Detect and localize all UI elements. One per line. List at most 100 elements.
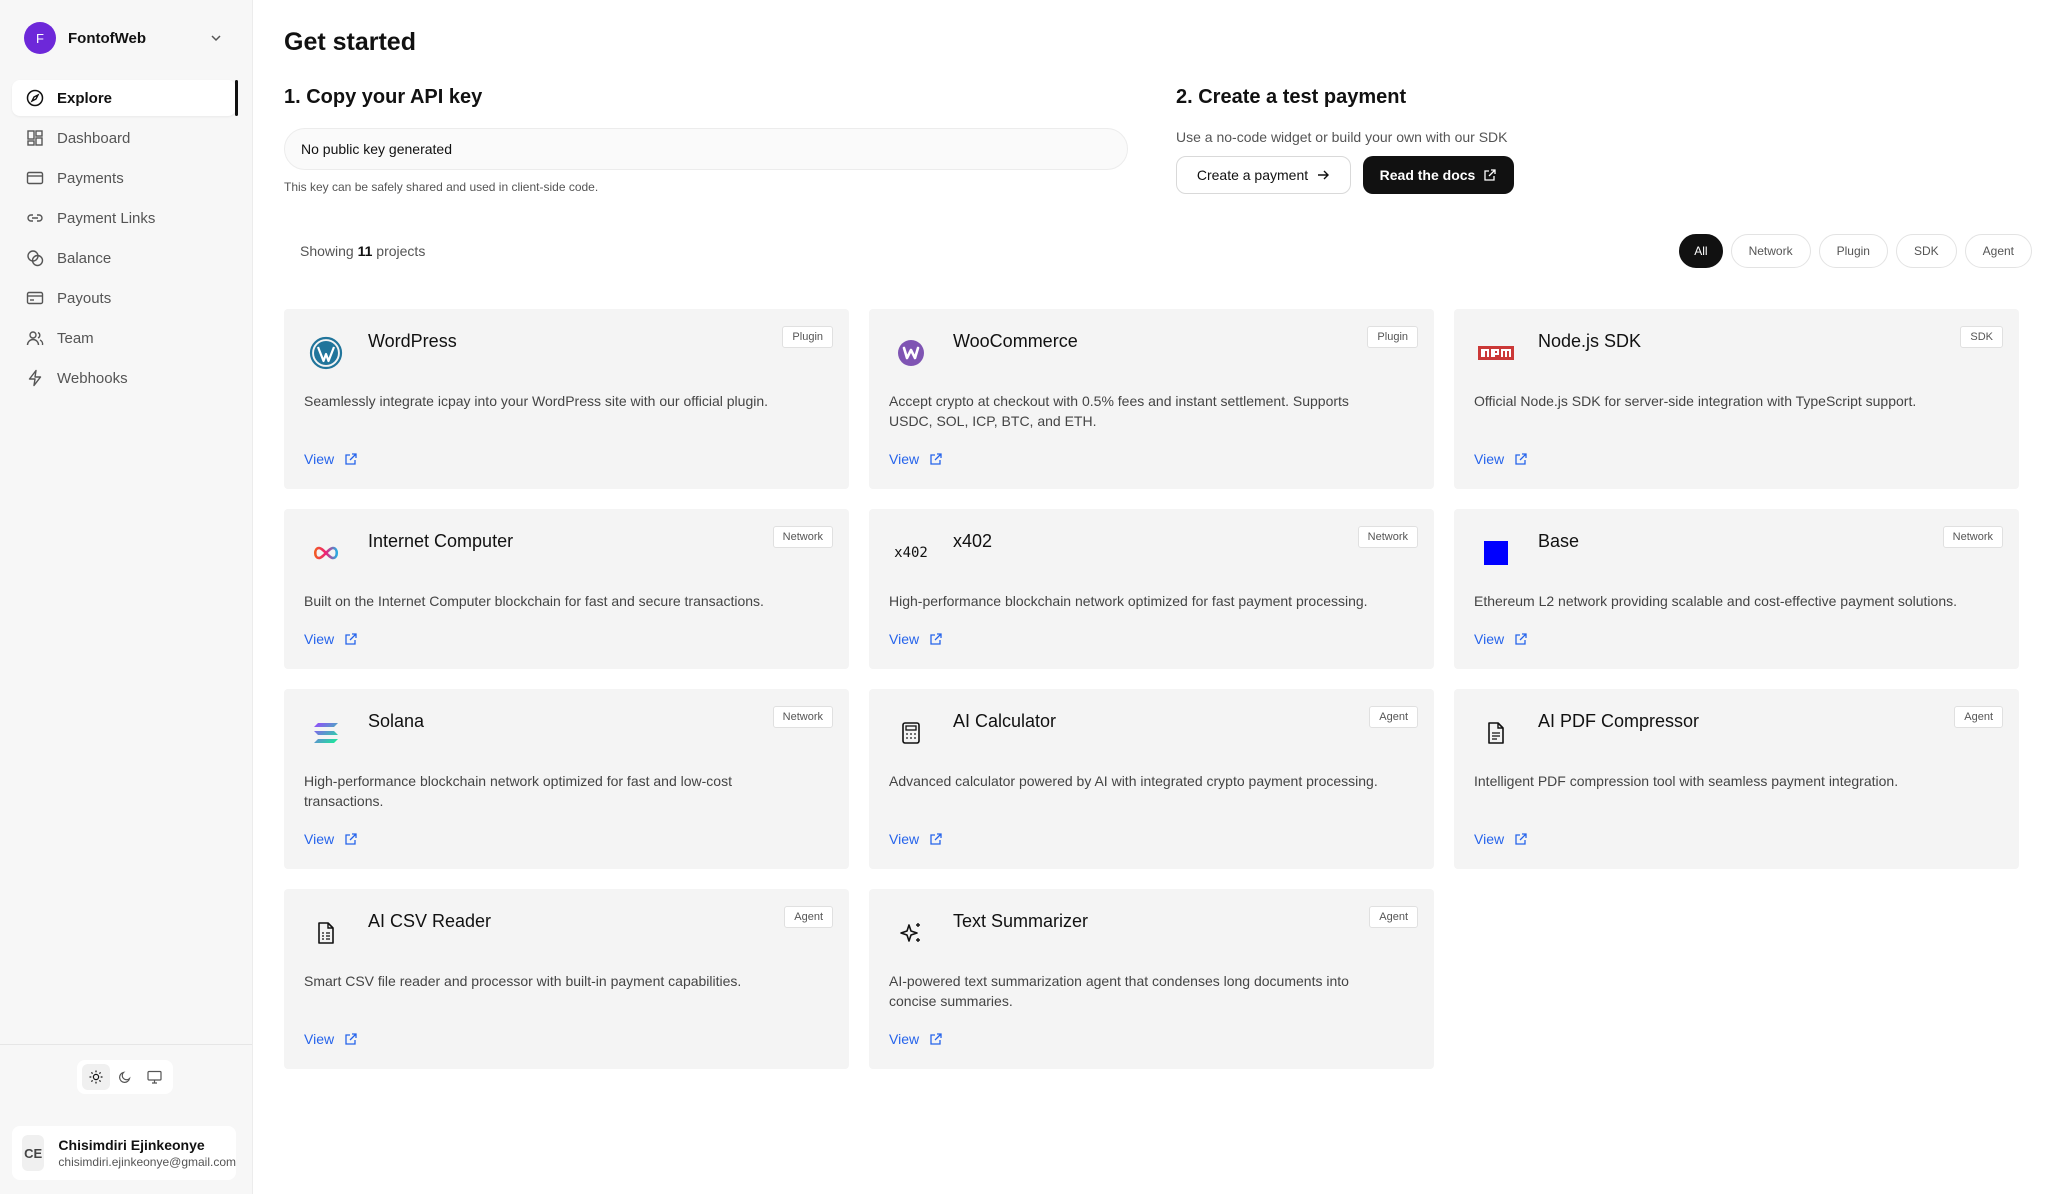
- step2-subtitle: Use a no-code widget or build your own w…: [1176, 129, 1508, 145]
- project-tag: Agent: [1369, 706, 1418, 728]
- sidebar-item-webhooks[interactable]: Webhooks: [12, 360, 236, 396]
- read-docs-button[interactable]: Read the docs: [1363, 156, 1514, 194]
- view-link[interactable]: View: [889, 1031, 943, 1047]
- project-card-nodejs-sdk[interactable]: Node.js SDK SDK Official Node.js SDK for…: [1454, 309, 2019, 489]
- api-key-hint: This key can be safely shared and used i…: [284, 180, 599, 194]
- project-tag: Network: [1942, 526, 2003, 548]
- external-link-icon: [1483, 168, 1497, 182]
- project-description: High-performance blockchain network opti…: [304, 773, 732, 809]
- project-title: AI PDF Compressor: [1538, 711, 1700, 731]
- avatar: CE: [22, 1135, 45, 1171]
- filter-network[interactable]: Network: [1730, 234, 1811, 268]
- view-link-label: View: [304, 831, 335, 847]
- view-link[interactable]: View: [889, 451, 943, 467]
- view-link-label: View: [889, 1031, 920, 1047]
- sidebar-item-balance[interactable]: Balance: [12, 240, 236, 276]
- sidebar-item-payment-links[interactable]: Payment Links: [12, 200, 236, 236]
- calculator-icon: [893, 715, 929, 751]
- project-title: Base: [1538, 531, 1580, 551]
- project-description: AI-powered text summarization agent that…: [889, 973, 1349, 1009]
- sidebar-item-payments[interactable]: Payments: [12, 160, 236, 196]
- project-card-wordpress[interactable]: WordPress Plugin Seamlessly integrate ic…: [284, 309, 849, 489]
- showing-suffix: projects: [376, 243, 426, 259]
- view-link[interactable]: View: [1474, 831, 1528, 847]
- external-link-icon: [344, 1032, 358, 1046]
- project-tag: Network: [1357, 526, 1418, 548]
- view-link[interactable]: View: [304, 631, 358, 647]
- view-link[interactable]: View: [304, 831, 358, 847]
- project-tag: Agent: [784, 906, 833, 928]
- showing-count: 11: [357, 243, 373, 259]
- step1-title: 1. Copy your API key: [284, 86, 483, 108]
- solana-logo: [308, 715, 344, 751]
- view-link-label: View: [889, 451, 920, 467]
- project-description: Intelligent PDF compression tool with se…: [1474, 773, 1899, 789]
- sidebar-item-label: Dashboard: [57, 129, 131, 147]
- view-link[interactable]: View: [889, 831, 943, 847]
- sidebar-item-explore[interactable]: Explore: [12, 80, 238, 116]
- user-menu[interactable]: CE Chisimdiri Ejinkeonye chisimdiri.ejin…: [12, 1126, 236, 1180]
- projects-grid: WordPress Plugin Seamlessly integrate ic…: [284, 309, 2032, 1069]
- project-card-text-summarizer[interactable]: Text Summarizer Agent AI-powered text su…: [869, 889, 1434, 1069]
- wordpress-logo: [308, 335, 344, 371]
- view-link-label: View: [889, 831, 920, 847]
- monitor-icon[interactable]: [140, 1064, 168, 1090]
- workspace-switcher[interactable]: F FontofWeb: [24, 22, 224, 54]
- project-title: Node.js SDK: [1538, 331, 1642, 351]
- project-title: WooCommerce: [953, 331, 1078, 351]
- project-tag: Network: [772, 526, 833, 548]
- x402-logo: x402: [893, 535, 929, 571]
- project-description: Smart CSV file reader and processor with…: [304, 973, 742, 989]
- filter-plugin[interactable]: Plugin: [1818, 234, 1888, 268]
- project-description: Ethereum L2 network providing scalable a…: [1474, 593, 1958, 609]
- project-description: High-performance blockchain network opti…: [889, 593, 1368, 609]
- showing-prefix: Showing: [300, 243, 354, 259]
- external-link-icon: [1514, 632, 1528, 646]
- create-payment-button[interactable]: Create a payment: [1176, 156, 1351, 194]
- moon-icon[interactable]: [111, 1064, 139, 1090]
- project-tag: SDK: [1960, 326, 2003, 348]
- woocommerce-logo: [893, 335, 929, 371]
- sidebar-item-team[interactable]: Team: [12, 320, 236, 356]
- project-card-x402[interactable]: x402 x402 Network High-performance block…: [869, 509, 1434, 669]
- sidebar-item-dashboard[interactable]: Dashboard: [12, 120, 236, 156]
- main-content: Get started 1. Copy your API key No publ…: [253, 0, 2048, 1194]
- project-tag: Agent: [1954, 706, 2003, 728]
- filter-sdk[interactable]: SDK: [1895, 234, 1957, 268]
- view-link[interactable]: View: [304, 451, 358, 467]
- project-card-woocommerce[interactable]: WooCommerce Plugin Accept crypto at chec…: [869, 309, 1434, 489]
- workspace-avatar: F: [24, 22, 56, 54]
- view-link[interactable]: View: [1474, 451, 1528, 467]
- credit-card-icon: [25, 168, 45, 188]
- projects-count: Showing 11 projects: [300, 243, 425, 259]
- project-tag: Plugin: [1367, 326, 1418, 348]
- view-link-label: View: [304, 631, 335, 647]
- project-card-solana[interactable]: Solana Network High-performance blockcha…: [284, 689, 849, 869]
- sidebar-item-label: Payments: [57, 169, 124, 187]
- sun-icon[interactable]: [81, 1064, 110, 1090]
- project-tag: Network: [772, 706, 833, 728]
- external-link-icon: [929, 632, 943, 646]
- view-link[interactable]: View: [889, 631, 943, 647]
- chevron-down-icon: [208, 30, 224, 46]
- view-link-label: View: [304, 451, 335, 467]
- external-link-icon: [1514, 452, 1528, 466]
- view-link[interactable]: View: [304, 1031, 358, 1047]
- project-title: AI Calculator: [953, 711, 1057, 731]
- filter-all[interactable]: All: [1679, 234, 1723, 268]
- grid-icon: [25, 128, 45, 148]
- project-card-ai-csv-reader[interactable]: AI CSV Reader Agent Smart CSV file reade…: [284, 889, 849, 1069]
- project-title: AI CSV Reader: [368, 911, 492, 931]
- project-card-base[interactable]: Base Network Ethereum L2 network providi…: [1454, 509, 2019, 669]
- page-title: Get started: [284, 28, 416, 56]
- view-link-label: View: [889, 631, 920, 647]
- api-key-field[interactable]: No public key generated: [284, 128, 1128, 170]
- project-card-internet-computer[interactable]: Internet Computer Network Built on the I…: [284, 509, 849, 669]
- view-link[interactable]: View: [1474, 631, 1528, 647]
- project-card-ai-pdf-compressor[interactable]: AI PDF Compressor Agent Intelligent PDF …: [1454, 689, 2019, 869]
- project-description: Seamlessly integrate icpay into your Wor…: [304, 393, 769, 409]
- filter-agent[interactable]: Agent: [1964, 234, 2032, 268]
- sidebar-item-payouts[interactable]: Payouts: [12, 280, 236, 316]
- project-card-ai-calculator[interactable]: AI Calculator Agent Advanced calculator …: [869, 689, 1434, 869]
- external-link-icon: [1514, 832, 1528, 846]
